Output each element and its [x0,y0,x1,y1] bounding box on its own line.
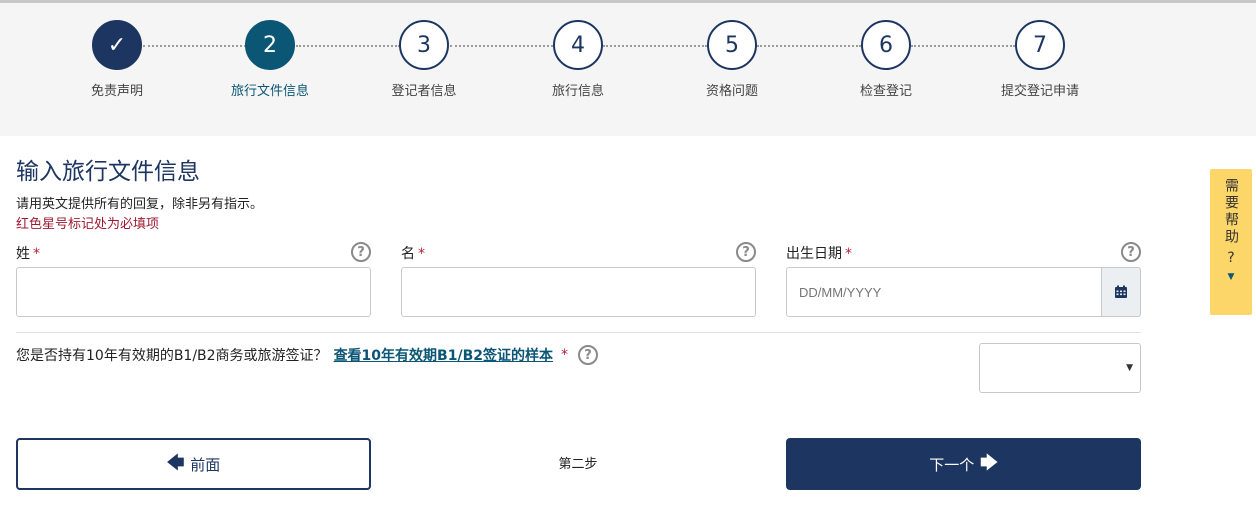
required-star: * [418,246,425,262]
step-2-travel-document[interactable]: 2 旅行文件信息 [205,20,335,99]
dob-label: 出生日期 * [786,243,852,263]
prev-button-label: 前面 [190,455,221,474]
visa-select[interactable]: ▼ [979,343,1141,393]
section-divider [16,332,1141,333]
step-number: 7 [1015,20,1065,70]
required-note: 红色星号标记处为必填项 [16,217,160,232]
given-name-input[interactable] [401,267,756,317]
arrow-left-icon: 🡄 [166,452,185,473]
dob-help-icon[interactable]: ? [1121,242,1141,262]
next-button[interactable]: 下一个 🡆 [786,438,1141,490]
step-number: 5 [707,20,757,70]
arrow-right-icon: 🡆 [980,452,998,473]
visa-help-icon[interactable]: ? [577,345,598,365]
help-tab[interactable]: 需要帮助 ? ▼ [1210,169,1252,315]
caret-down-icon: ▼ [1126,363,1133,373]
required-star: * [33,246,40,262]
step-7-submit: 7 提交登记申请 [975,20,1105,99]
step-6-review: 6 检查登记 [821,20,951,99]
instruction-text: 请用英文提供所有的回复，除非另有指示。 [16,197,264,212]
help-tab-question: ? [1227,250,1235,266]
surname-label: 姓 * [16,243,40,263]
step-number: 6 [861,20,911,70]
dob-input[interactable] [786,267,1102,317]
surname-help-icon[interactable]: ? [351,242,371,262]
step-label: 检查登记 [859,84,912,99]
help-tab-text: 需要帮助 [1223,178,1239,246]
chevron-down-icon: ▼ [1227,272,1235,282]
visa-question-text: 您是否持有10年有效期的B1/B2商务或旅游签证？ [16,348,328,364]
given-name-label: 名 * [401,243,425,263]
progress-stepper: ✓ 免责声明 2 旅行文件信息 3 登记者信息 4 旅行信息 5 资格问题 6 … [0,3,1256,136]
next-button-label: 下一个 [929,455,975,474]
step-label: 提交登记申请 [1000,84,1079,99]
required-star: * [560,347,568,363]
surname-label-text: 姓 [16,246,30,262]
step-label: 旅行信息 [551,84,604,99]
required-star: * [845,246,852,262]
step-label: 资格问题 [705,84,758,99]
dob-label-text: 出生日期 [786,246,842,262]
visa-sample-link[interactable]: 查看10年有效期B1/B2签证的样本 [334,345,553,365]
given-name-label-text: 名 [401,246,415,262]
step-1-disclaimer[interactable]: ✓ 免责声明 [52,20,182,99]
step-number: 2 [245,20,295,70]
step-4-travel-info: 4 旅行信息 [513,20,643,99]
visa-question: 您是否持有10年有效期的B1/B2商务或旅游签证？ 查看10年有效期B1/B2签… [16,345,598,365]
given-name-help-icon[interactable]: ? [736,242,756,262]
page-title: 输入旅行文件信息 [16,159,200,185]
step-3-registrant: 3 登记者信息 [359,20,489,99]
step-label: 旅行文件信息 [230,84,309,99]
surname-input[interactable] [16,267,371,317]
calendar-icon [1115,285,1127,298]
prev-button[interactable]: 🡄 前面 [16,438,371,490]
step-label: 免责声明 [90,84,143,99]
step-number: 4 [553,20,603,70]
step-label: 登记者信息 [391,84,457,99]
step-indicator: 第二步 [558,457,598,472]
calendar-button[interactable] [1101,267,1141,317]
step-number: 3 [399,20,449,70]
step-check-icon: ✓ [92,20,142,70]
step-5-eligibility: 5 资格问题 [667,20,797,99]
